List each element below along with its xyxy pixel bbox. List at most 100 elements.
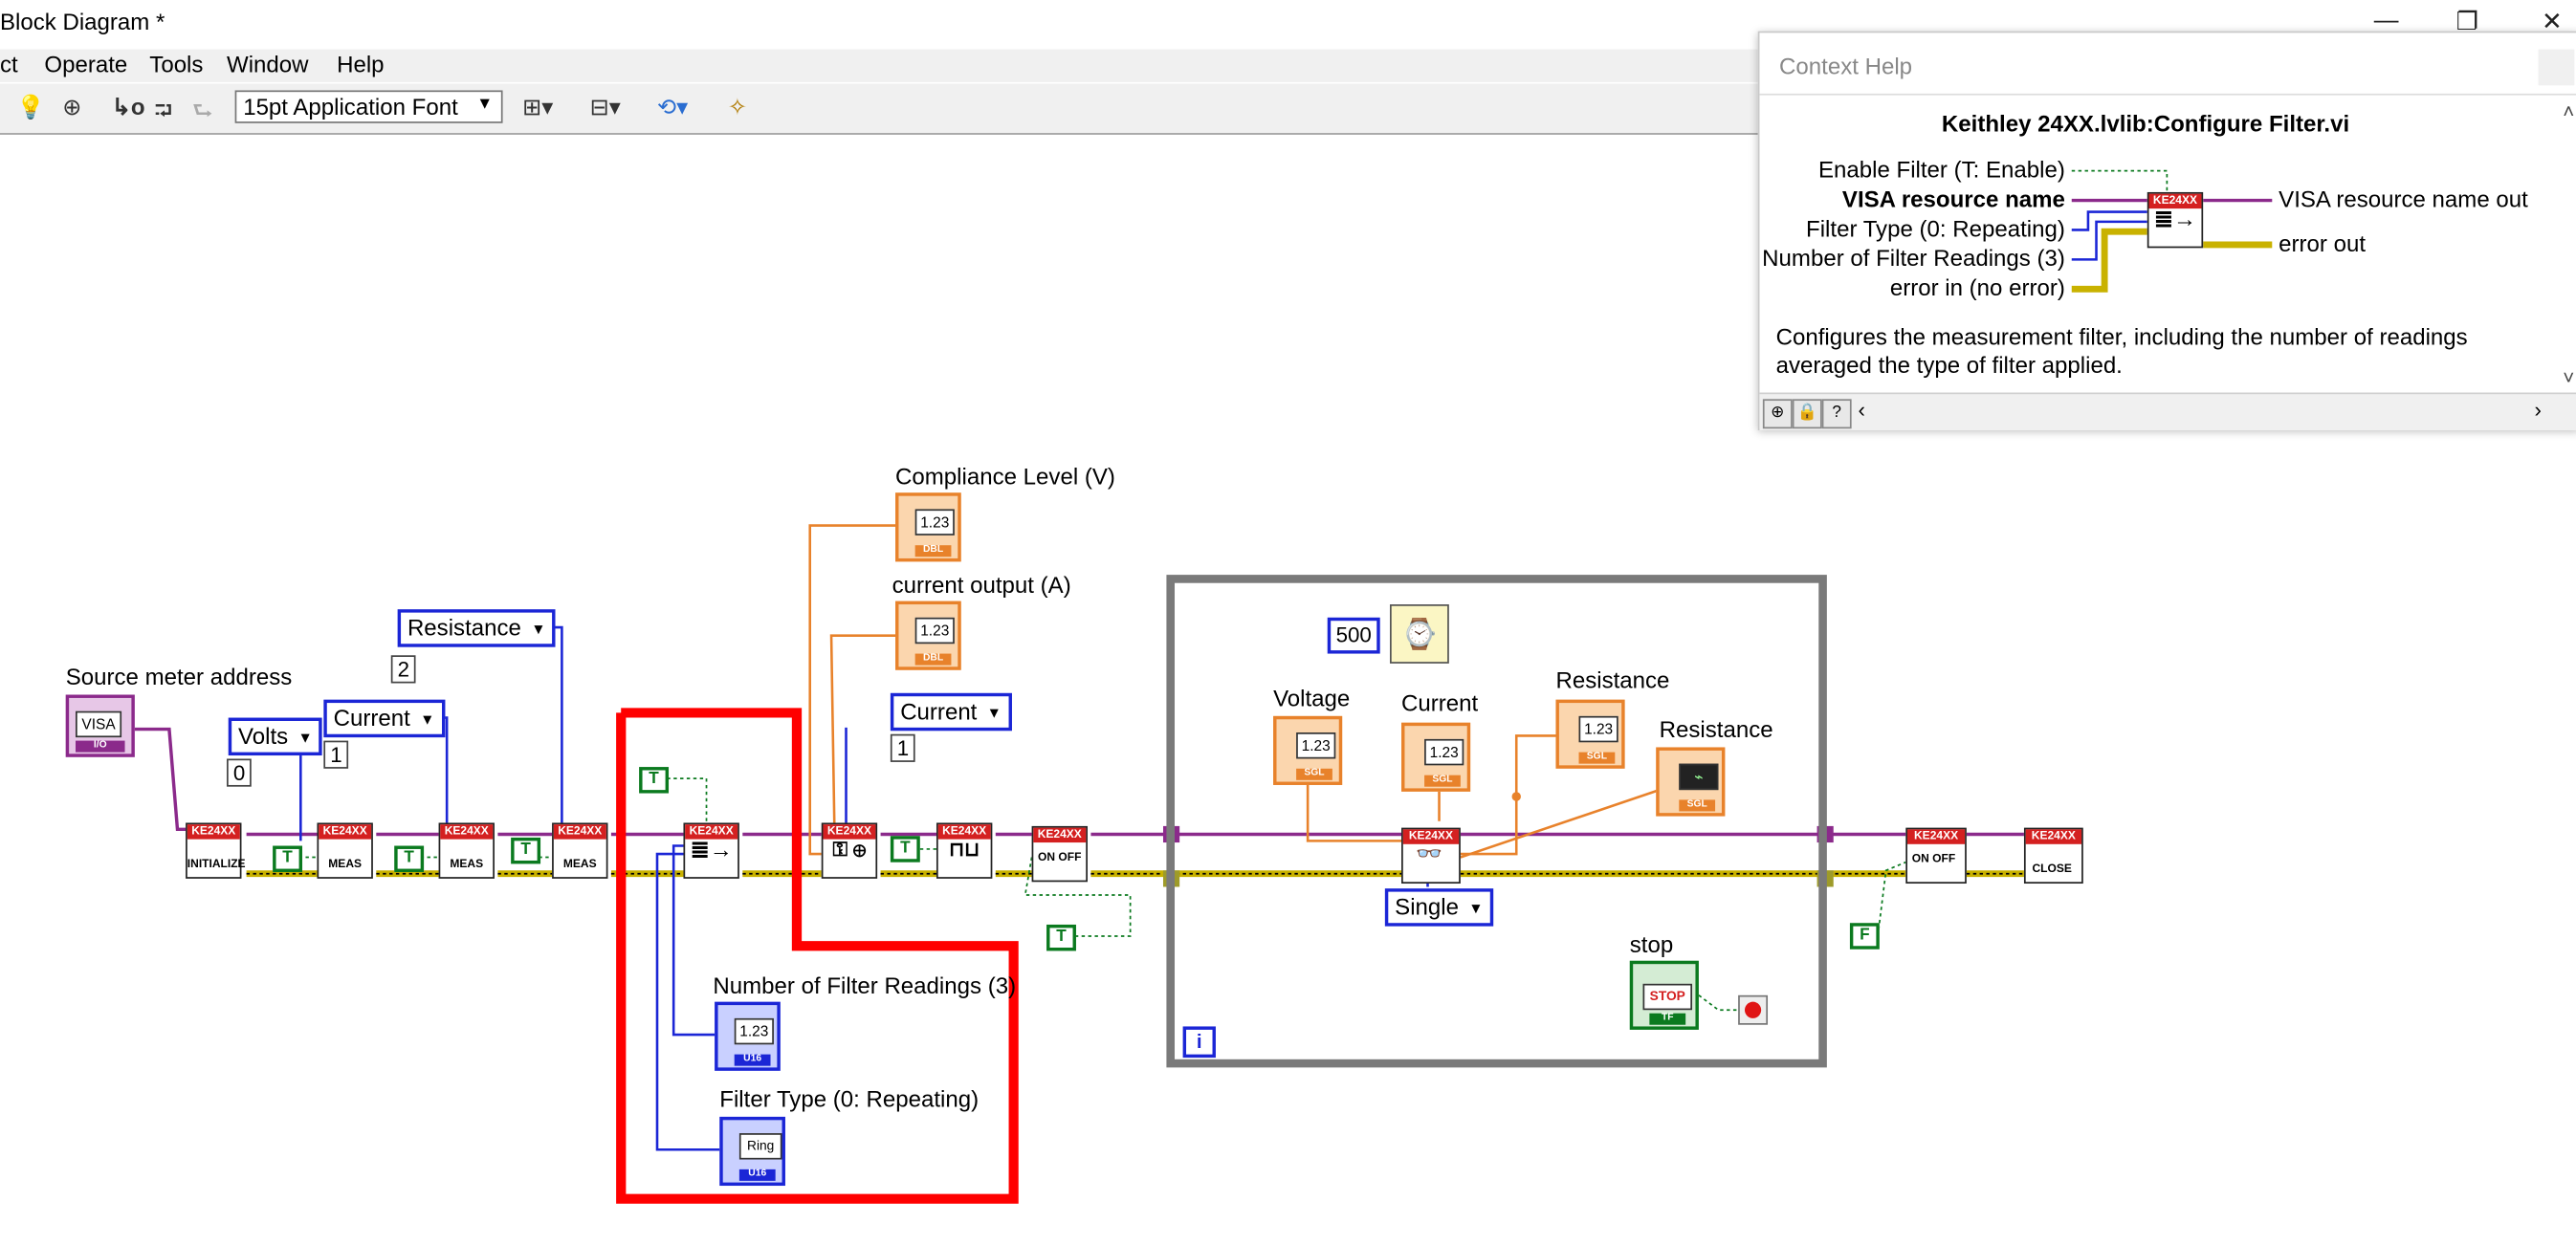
context-help-title: Context Help	[1779, 52, 1913, 79]
output-off-vi[interactable]: KE24XX ON OFF	[1905, 827, 1967, 885]
const-1b[interactable]: 1	[890, 733, 916, 762]
voltage-indicator[interactable]: 1.23 SGL	[1273, 715, 1343, 785]
configure-filter-vi[interactable]: KE24XX ≣→	[683, 822, 739, 879]
vi-meas-text: MEAS	[450, 859, 484, 871]
loop-condition-icon[interactable]	[1738, 994, 1769, 1025]
resistance-enum-value: Resistance	[407, 614, 521, 641]
scroll-down-icon[interactable]: ˅	[2563, 366, 2574, 389]
ctx-input-num-readings: Number of Filter Readings (3)	[1762, 244, 2065, 272]
filter-icon: ≣→	[690, 836, 733, 863]
stop-text: STOP	[1642, 983, 1693, 1011]
red-highlight-box	[616, 708, 1019, 1204]
volts-enum-value: Volts	[238, 722, 289, 750]
read-vi[interactable]: KE24XX 👓	[1401, 827, 1461, 885]
current-enum-b[interactable]: Current ▼	[890, 692, 1012, 732]
lock-icon[interactable]: 🔒	[1792, 399, 1822, 429]
const-0[interactable]: 0	[227, 758, 253, 787]
source-icon: ⚿ ⊕	[832, 837, 867, 861]
configure-output-vi[interactable]: KE24XX ⊓⊔	[936, 822, 993, 879]
context-help-vi-icon: KE24XX ≣→	[2147, 191, 2204, 249]
wait-ms-const[interactable]: 500	[1327, 617, 1380, 654]
u16-tag: U16	[738, 1169, 776, 1181]
stop-button-control[interactable]: STOP TF	[1629, 960, 1699, 1030]
current-output-label: current output (A)	[892, 571, 1071, 599]
compliance-level-label: Compliance Level (V)	[895, 463, 1115, 490]
glasses-icon: 👓	[1416, 841, 1443, 866]
numeric-text: 1.23	[914, 617, 955, 644]
configure-meas-vi-1[interactable]: KE24XX MEAS	[317, 822, 373, 879]
dbl-tag: DBL	[914, 653, 952, 666]
compliance-level-control[interactable]: 1.23 DBL	[895, 492, 961, 562]
enum-arrow-icon: ▼	[986, 704, 1002, 721]
false-const[interactable]: F	[1849, 923, 1880, 950]
volts-enum[interactable]: Volts ▼	[228, 717, 323, 756]
visa-io-tag: I/O	[76, 740, 125, 753]
context-help-bottom-bar: ⊕ 🔒 ? ‹ ›	[1759, 392, 2576, 430]
output-icon: ⊓⊔	[949, 837, 980, 861]
vi-meas-text: MEAS	[328, 859, 363, 871]
num-filter-readings-control[interactable]: 1.23 U16	[715, 1001, 781, 1071]
context-help-close-area[interactable]	[2538, 49, 2575, 86]
current-enum-a-value: Current	[333, 704, 410, 732]
ctx-output-visa: VISA resource name out	[2279, 186, 2528, 212]
iteration-terminal: i	[1182, 1026, 1216, 1059]
visa-resource-control[interactable]: VISA I/O	[65, 694, 135, 757]
current-label: Current	[1401, 689, 1479, 716]
true-const-2[interactable]: T	[394, 845, 425, 872]
enum-arrow-icon: ▼	[420, 710, 435, 728]
vi-header: KE24XX	[319, 824, 372, 840]
dbl-tag: DBL	[914, 545, 952, 557]
resistance-label-2: Resistance	[1659, 715, 1773, 743]
stop-label: stop	[1629, 930, 1674, 958]
close-vi[interactable]: KE24XX CLOSE	[2023, 827, 2083, 885]
output-on-off-vi[interactable]: KE24XX ON OFF	[1031, 825, 1088, 883]
wait-clock-icon[interactable]: ⌚	[1390, 604, 1449, 664]
sgl-tag: SGL	[1296, 768, 1332, 780]
true-const-enable-filter[interactable]: T	[639, 767, 670, 794]
configure-source-vi[interactable]: KE24XX ⚿ ⊕	[821, 822, 878, 879]
show-optional-terminals-icon[interactable]: ⊕	[1762, 399, 1793, 429]
help-icon[interactable]: ?	[1821, 399, 1852, 429]
current-indicator[interactable]: 1.23 SGL	[1401, 722, 1471, 792]
true-const-4[interactable]: T	[890, 836, 920, 863]
current-enum-b-value: Current	[900, 697, 978, 725]
enum-arrow-icon: ▼	[1468, 900, 1484, 917]
ctx-input-error-in: error in (no error)	[1889, 273, 2065, 301]
tf-tag: TF	[1649, 1013, 1686, 1025]
filter-type-control[interactable]: Ring U16	[719, 1116, 785, 1187]
while-loop[interactable]	[1166, 575, 1827, 1068]
configure-meas-vi-3[interactable]: KE24XX MEAS	[552, 822, 608, 879]
visa-resource-text: VISA	[76, 710, 122, 738]
scroll-up-icon[interactable]: ˄	[2563, 100, 2574, 123]
true-const-1[interactable]: T	[273, 845, 303, 872]
true-const-5[interactable]: T	[1046, 924, 1076, 951]
sgl-tag: SGL	[1424, 775, 1461, 787]
context-help-divider	[1759, 93, 2576, 96]
resistance-chart-indicator[interactable]: ⌁ SGL	[1656, 747, 1726, 817]
resistance-enum[interactable]: Resistance ▼	[397, 609, 556, 647]
single-enum[interactable]: Single ▼	[1384, 888, 1493, 927]
current-output-control[interactable]: 1.23 DBL	[895, 601, 961, 670]
vi-initialize-text: INITIALIZE	[187, 859, 246, 871]
stop-condition-dot	[1744, 1001, 1762, 1018]
const-2[interactable]: 2	[390, 655, 416, 684]
initialize-vi[interactable]: KE24XX INITIALIZE	[186, 822, 246, 879]
source-meter-address-label: Source meter address	[65, 663, 293, 690]
scroll-left-icon[interactable]: ‹	[1858, 398, 1864, 423]
scroll-right-icon[interactable]: ›	[2535, 398, 2542, 423]
resistance-indicator[interactable]: 1.23 SGL	[1555, 699, 1625, 769]
current-enum-a[interactable]: Current ▼	[323, 699, 445, 738]
true-const-3[interactable]: T	[511, 837, 541, 864]
ctx-input-enable-filter: Enable Filter (T: Enable)	[1817, 156, 2065, 183]
chart-icon: ⌁	[1679, 763, 1719, 791]
context-help-description: Configures the measurement filter, inclu…	[1775, 323, 2468, 379]
const-1[interactable]: 1	[323, 740, 349, 769]
vi-onoff-text: ON OFF	[1038, 852, 1082, 864]
numeric-text: 1.23	[1424, 738, 1464, 766]
numeric-text: 1.23	[1296, 732, 1336, 759]
num-filter-readings-label: Number of Filter Readings (3)	[713, 972, 1017, 999]
vi-onoff-text: ON OFF	[1911, 854, 1956, 866]
ctx-input-visa: VISA resource name	[1841, 186, 2065, 212]
configure-meas-vi-2[interactable]: KE24XX MEAS	[438, 822, 495, 879]
ctx-output-error: error out	[2279, 229, 2367, 256]
